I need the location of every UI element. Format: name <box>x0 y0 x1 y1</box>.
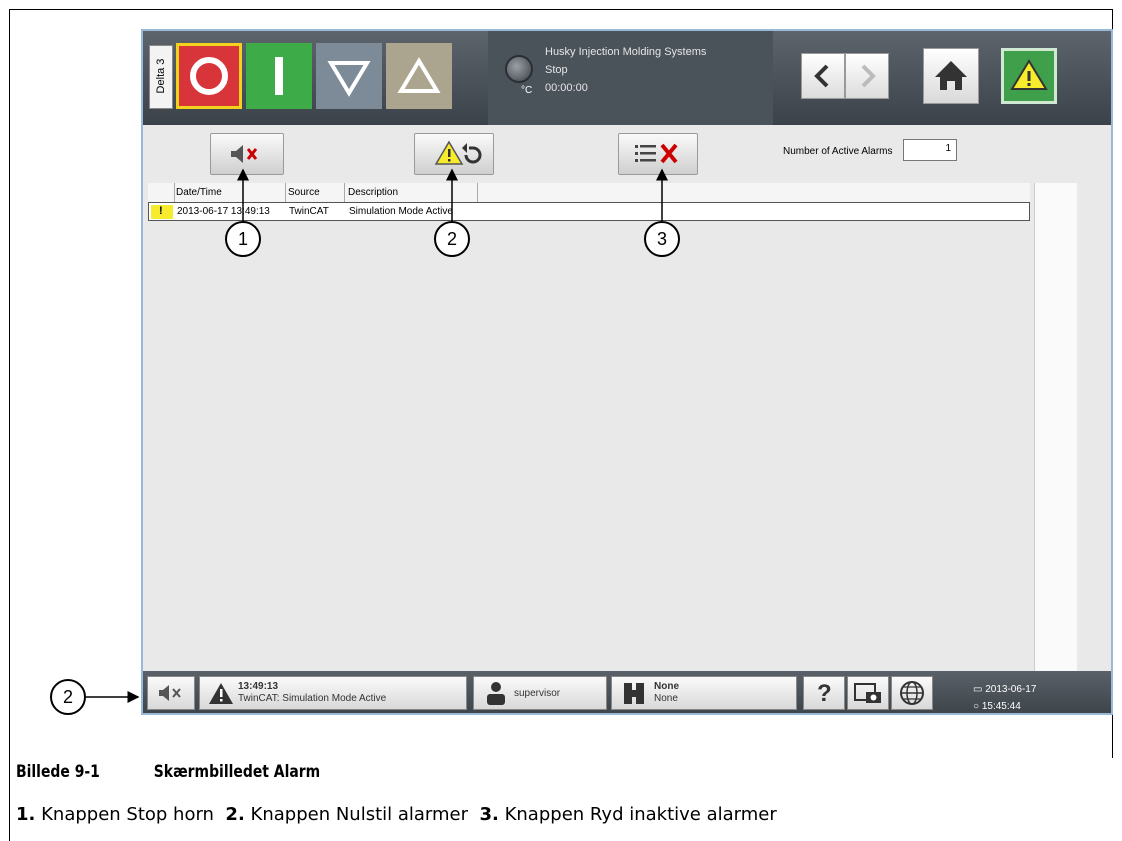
machine-info-text: Husky Injection Molding Systems Stop 00:… <box>545 43 706 97</box>
warning-icon <box>1010 59 1048 90</box>
page-frame-top <box>9 9 1113 10</box>
active-alarms-label: Number of Active Alarms <box>783 146 893 157</box>
reset-alarms-button[interactable] <box>414 133 494 175</box>
chevron-right-icon <box>861 64 876 88</box>
company-name: Husky Injection Molding Systems <box>545 46 707 58</box>
bottom-mute-button[interactable] <box>147 676 195 710</box>
screenshot-icon <box>854 683 881 703</box>
figure-caption: Billede 9-1 Skærmbilledet Alarm <box>16 762 320 782</box>
alarms-page-button[interactable] <box>1001 48 1057 104</box>
alarm-table-header: Date/Time Source Description <box>148 183 1030 203</box>
mute-speaker-icon <box>159 685 181 701</box>
forward-button[interactable] <box>845 53 889 99</box>
figure-number: Billede 9-1 <box>16 762 100 782</box>
globe-icon <box>900 681 924 705</box>
triangle-down-icon <box>327 61 371 97</box>
warning-flag-text: ! <box>159 205 163 217</box>
page-frame-left <box>9 9 10 841</box>
figure-title: Skærmbilledet Alarm <box>153 762 321 782</box>
cycle-timer: 00:00:00 <box>545 82 588 94</box>
row-source: TwinCAT <box>289 206 329 217</box>
legend-num-1: 1. <box>16 804 36 825</box>
legend-text-1: Knappen Stop horn <box>41 804 214 825</box>
time-value: 15:45:44 <box>981 701 1021 712</box>
back-button[interactable] <box>801 53 845 99</box>
user-name: supervisor <box>514 688 561 699</box>
legend-text-2: Knappen Nulstil alarmer <box>250 804 469 825</box>
user-icon <box>487 682 505 705</box>
mute-speaker-icon <box>231 145 258 163</box>
column-description[interactable]: Description <box>348 187 398 198</box>
delta-tab[interactable]: Delta 3 <box>149 45 173 109</box>
mold-button[interactable]: None None <box>611 676 797 710</box>
row-description: Simulation Mode Active <box>349 206 453 217</box>
delta-tab-label: Delta 3 <box>155 58 167 94</box>
time-row: ○ 15:45:44 <box>973 698 1036 713</box>
mold-icon <box>624 683 644 704</box>
start-bar-icon <box>275 57 283 95</box>
start-button[interactable] <box>246 43 312 109</box>
language-button[interactable] <box>891 676 933 710</box>
top-bar: Delta 3 °C Husky Injection Molding Syste… <box>143 31 1111 125</box>
callout-3: 3 <box>644 221 680 257</box>
column-source[interactable]: Source <box>288 187 320 198</box>
stop-circle-icon <box>190 57 228 95</box>
clock: ▭ 2013-06-17 ○ 15:45:44 <box>973 681 1036 713</box>
clear-list-icon <box>635 143 678 164</box>
callout-2: 2 <box>434 221 470 257</box>
machine-state: Stop <box>545 64 568 76</box>
clear-inactive-alarms-button[interactable] <box>618 133 698 175</box>
alarm-banner-time: 13:49:13 <box>238 681 279 692</box>
alarm-banner-text: TwinCAT: Simulation Mode Active <box>238 693 387 704</box>
date-row: ▭ 2013-06-17 <box>973 681 1036 698</box>
warning-flag-icon: ! <box>151 205 173 219</box>
alarm-table-scrollbar[interactable] <box>1034 183 1077 673</box>
stop-button[interactable] <box>176 43 242 109</box>
mold-detail: None <box>654 693 678 704</box>
calendar-icon: ▭ <box>973 684 986 695</box>
clock-icon: ○ <box>973 701 982 712</box>
figure-legend: 1. Knappen Stop horn 2. Knappen Nulstil … <box>16 804 777 825</box>
screenshot-button[interactable] <box>847 676 889 710</box>
user-button[interactable]: supervisor <box>473 676 607 710</box>
column-datetime[interactable]: Date/Time <box>176 187 222 198</box>
legend-num-3: 3. <box>479 804 499 825</box>
help-button[interactable]: ? <box>803 676 845 710</box>
date-value: 2013-06-17 <box>985 684 1037 695</box>
reset-alarm-icon <box>434 140 482 165</box>
triangle-up-icon <box>397 57 441 93</box>
home-button[interactable] <box>923 48 979 104</box>
warning-icon <box>209 683 233 704</box>
legend-text-3: Knappen Ryd inaktive alarmer <box>504 804 777 825</box>
raise-button[interactable] <box>386 43 452 109</box>
bottom-alarm-banner[interactable]: 13:49:13 TwinCAT: Simulation Mode Active <box>199 676 467 710</box>
table-row[interactable]: ! 2013-06-17 13:49:13 TwinCAT Simulation… <box>148 202 1030 221</box>
home-icon <box>935 61 967 90</box>
help-icon: ? <box>817 680 832 707</box>
bottom-bar: 13:49:13 TwinCAT: Simulation Mode Active… <box>143 671 1111 713</box>
legend-num-2: 2. <box>225 804 245 825</box>
active-alarms-count: 1 <box>903 139 957 161</box>
mold-name: None <box>654 681 679 692</box>
lower-button[interactable] <box>316 43 382 109</box>
heater-lamp-icon <box>505 55 533 83</box>
alarm-screenshot: Delta 3 °C Husky Injection Molding Syste… <box>141 29 1113 715</box>
alarm-table: Date/Time Source Description ! 2013-06-1… <box>148 183 1030 225</box>
stop-horn-button[interactable] <box>210 133 284 175</box>
callout-2-left: 2 <box>50 679 86 715</box>
chevron-left-icon <box>814 64 829 88</box>
callout-1: 1 <box>225 221 261 257</box>
temp-unit: °C <box>521 85 533 96</box>
row-datetime: 2013-06-17 13:49:13 <box>177 206 270 217</box>
